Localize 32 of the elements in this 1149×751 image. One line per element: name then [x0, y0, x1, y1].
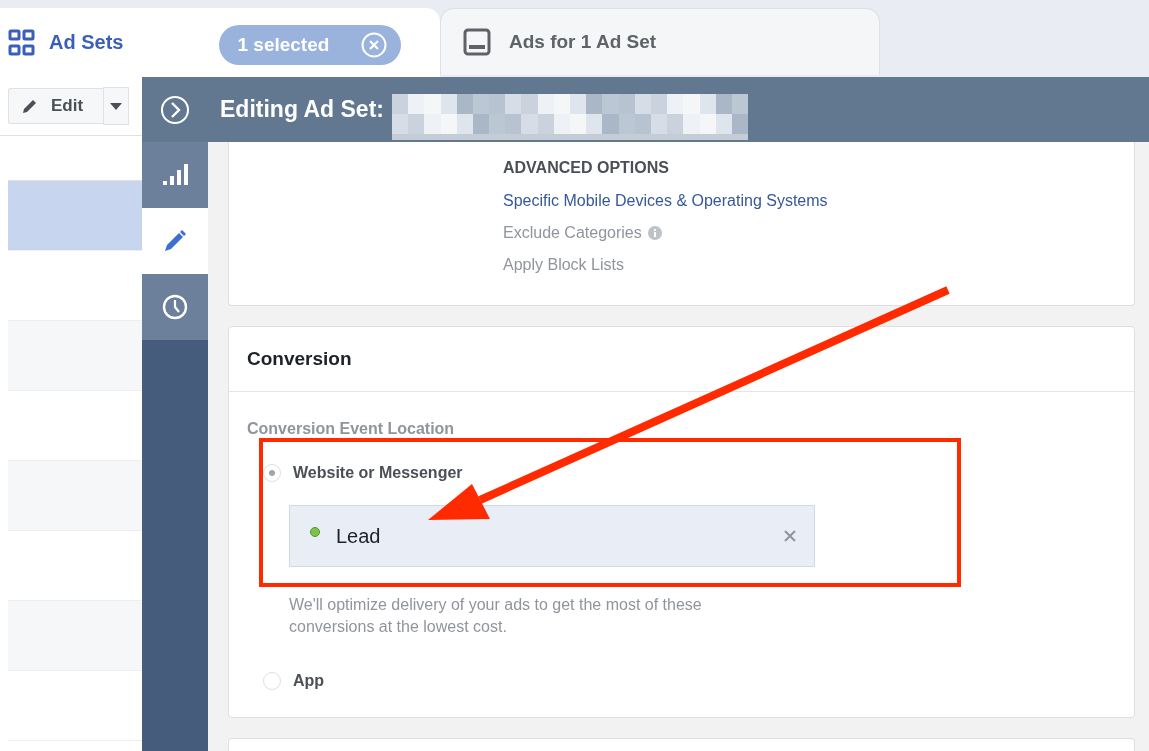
panel-title: Editing Ad Set: [220, 96, 384, 123]
tab[interactable]: Ads for 1 Ad Set [440, 8, 880, 75]
edit-button[interactable]: Edit [8, 88, 104, 124]
section-heading: ADVANCED OPTIONS [503, 159, 670, 177]
nav-tab[interactable] [142, 142, 208, 208]
page-title: Ad Sets [49, 31, 124, 54]
field-label: Conversion Event Location [247, 420, 456, 438]
table-row[interactable] [8, 601, 142, 671]
pencil-icon [163, 229, 187, 253]
clock-icon [162, 294, 188, 320]
pencil-icon [21, 97, 39, 115]
radio-option[interactable]: Website or Messenger [263, 464, 463, 482]
dropdown-button[interactable] [103, 87, 130, 125]
caret-icon [110, 102, 123, 110]
link[interactable]: Specific Mobile Devices & Operating Systems [503, 192, 828, 210]
info-icon[interactable] [647, 226, 662, 240]
nav-tab[interactable] [142, 274, 208, 340]
chevron-icon [160, 94, 190, 125]
table-row[interactable] [8, 461, 142, 531]
card-title: Conversion [229, 327, 1134, 392]
nav-tab[interactable] [142, 208, 208, 274]
option-label: Exclude Categories [503, 224, 642, 242]
radio-option[interactable]: App [263, 672, 325, 690]
remove-button[interactable] [784, 530, 796, 542]
help-text: We'll optimize delivery of your ads to get the most of these conversions at the lowest cost. [289, 595, 703, 637]
grid-icon [8, 29, 35, 56]
close-icon [784, 530, 796, 542]
event-name: Lead [336, 524, 381, 548]
close-icon[interactable] [361, 31, 388, 58]
option-label: Apply Block Lists [503, 256, 624, 274]
monitor-icon [463, 28, 491, 56]
bar-chart-icon [162, 164, 188, 186]
